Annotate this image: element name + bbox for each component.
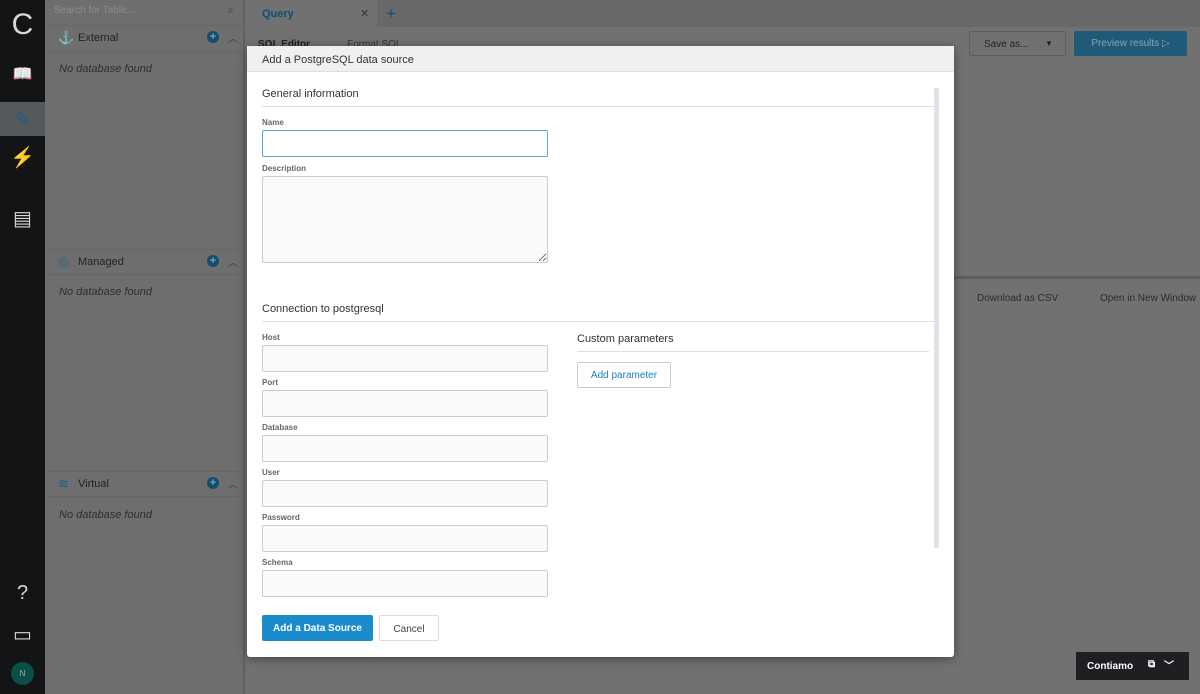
section-virtual[interactable]: ≋ Virtual + ︿ <box>45 471 245 497</box>
search-icon: ⌕ <box>228 5 234 16</box>
host-input[interactable] <box>262 345 548 372</box>
layers-icon: ≋ <box>58 476 69 491</box>
schema-input[interactable] <box>262 570 548 597</box>
tab-label: Query <box>262 8 294 20</box>
contiamo-widget[interactable]: Contiamo ⧉ ﹀ <box>1076 652 1189 680</box>
user-input[interactable] <box>262 480 548 507</box>
add-icon[interactable]: + <box>207 255 219 267</box>
name-input[interactable] <box>262 130 548 157</box>
download-csv-button[interactable]: Download as CSV <box>977 293 1058 304</box>
preview-results-button[interactable]: Preview results ▷ <box>1074 31 1187 56</box>
anchor-icon: ⚓ <box>58 30 75 45</box>
port-label: Port <box>262 378 278 387</box>
user-label: User <box>262 468 280 477</box>
add-icon[interactable]: + <box>207 31 219 43</box>
add-parameter-button[interactable]: Add parameter <box>577 362 671 388</box>
book-icon[interactable]: 📖 <box>0 64 45 84</box>
custom-parameters-heading: Custom parameters <box>577 333 929 352</box>
description-textarea[interactable] <box>262 176 548 263</box>
database-input[interactable] <box>262 435 548 462</box>
empty-message: No database found <box>59 63 152 75</box>
cancel-button[interactable]: Cancel <box>379 615 439 641</box>
avatar[interactable]: N <box>11 662 34 685</box>
sidebar: Search for Table... ⌕ ⚓ External + ︿ No dat… <box>45 0 245 694</box>
caret-down-icon[interactable]: ▼ <box>1045 39 1053 48</box>
section-connection: Connection to postgresql <box>262 303 934 322</box>
name-label: Name <box>262 118 284 127</box>
password-input[interactable] <box>262 525 548 552</box>
chevron-down-icon[interactable]: ﹀ <box>1164 657 1174 672</box>
edit-icon[interactable]: ✎ <box>0 102 45 136</box>
table-search-input[interactable]: Search for Table... <box>45 0 245 26</box>
add-data-source-button[interactable]: Add a Data Source <box>262 615 373 641</box>
empty-message: No database found <box>59 509 152 521</box>
password-label: Password <box>262 513 300 522</box>
open-new-window-button[interactable]: Open in New Window <box>1100 293 1196 304</box>
document-icon[interactable]: ▤ <box>0 206 45 231</box>
folder-icon[interactable]: ▭ <box>0 622 45 647</box>
chevron-up-icon[interactable]: ︿ <box>228 476 238 491</box>
section-external[interactable]: ⚓ External + ︿ <box>45 26 245 52</box>
section-label: Managed <box>78 256 124 268</box>
tab-query[interactable]: Query ✕ <box>247 0 377 27</box>
logo-icon: C <box>11 8 34 41</box>
database-label: Database <box>262 423 298 432</box>
popout-icon[interactable]: ⧉ <box>1148 659 1155 670</box>
section-label: External <box>78 32 119 44</box>
preview-label: Preview results <box>1091 38 1160 49</box>
scrollbar[interactable] <box>934 88 939 548</box>
save-as-label: Save as... <box>984 39 1029 50</box>
add-icon[interactable]: + <box>207 477 219 489</box>
chevron-up-icon[interactable]: ︿ <box>228 30 238 45</box>
app-rail: C 📖 ✎ ⚡ ▤ ? ▭ N <box>0 0 45 694</box>
chevron-up-icon[interactable]: ︿ <box>228 254 238 269</box>
save-as-button[interactable]: Save as... ▼ <box>969 31 1066 56</box>
section-managed[interactable]: ◎ Managed + ︿ <box>45 249 245 275</box>
add-datasource-modal: Add a PostgreSQL data source General inf… <box>247 46 954 657</box>
modal-title: Add a PostgreSQL data source <box>247 46 954 72</box>
empty-message: No database found <box>59 286 152 298</box>
help-icon[interactable]: ? <box>0 582 45 605</box>
add-tab-icon[interactable]: + <box>386 4 396 24</box>
close-icon[interactable]: ✕ <box>360 7 369 20</box>
description-label: Description <box>262 164 307 173</box>
widget-label: Contiamo <box>1087 661 1134 672</box>
host-label: Host <box>262 333 280 342</box>
port-input[interactable] <box>262 390 548 417</box>
plug-icon[interactable]: ⚡ <box>0 145 45 170</box>
globe-icon: ◎ <box>58 254 70 269</box>
section-general: General information <box>262 88 934 107</box>
schema-label: Schema <box>262 558 293 567</box>
section-label: Virtual <box>78 478 109 490</box>
